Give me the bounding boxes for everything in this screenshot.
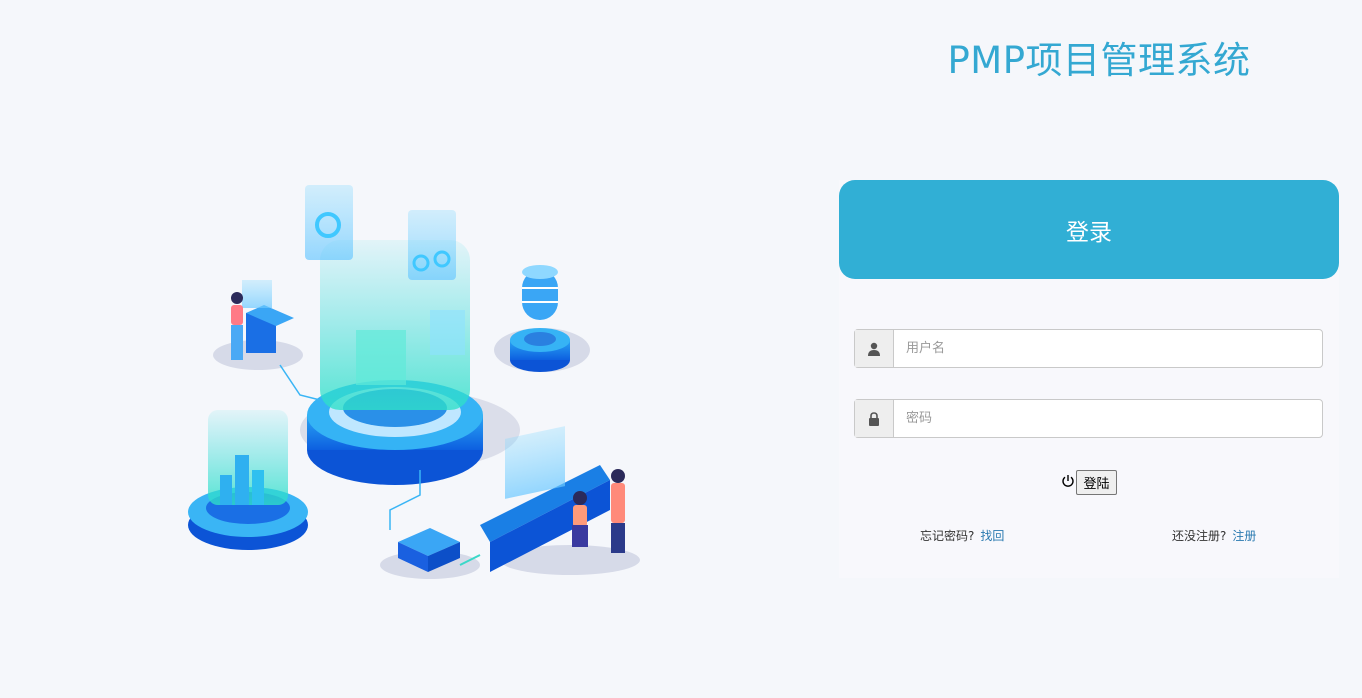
page-title: PMP项目管理系统 [947,39,1251,82]
login-button[interactable]: 登陆 [1076,470,1117,495]
login-card-header: 登录 [839,180,1339,279]
forgot-password-text: 忘记密码? [920,529,975,543]
password-field [854,399,1323,438]
username-input[interactable] [894,330,1322,367]
register-prompt: 还没注册? 注册 [1172,527,1256,544]
recover-link[interactable]: 找回 [980,529,1004,543]
password-input[interactable] [894,400,1322,437]
login-card: 登录 登陆 忘记密码? 找回 还没注册? 注册 [839,180,1339,578]
login-row: 登陆 [839,470,1339,495]
user-icon [855,330,894,367]
register-text: 还没注册? [1172,529,1227,543]
power-icon [1061,473,1075,492]
forgot-password: 忘记密码? 找回 [920,527,1004,544]
isometric-datacenter-illustration [188,185,640,579]
lock-icon [855,400,894,437]
register-link[interactable]: 注册 [1232,529,1256,543]
username-field [854,329,1323,368]
